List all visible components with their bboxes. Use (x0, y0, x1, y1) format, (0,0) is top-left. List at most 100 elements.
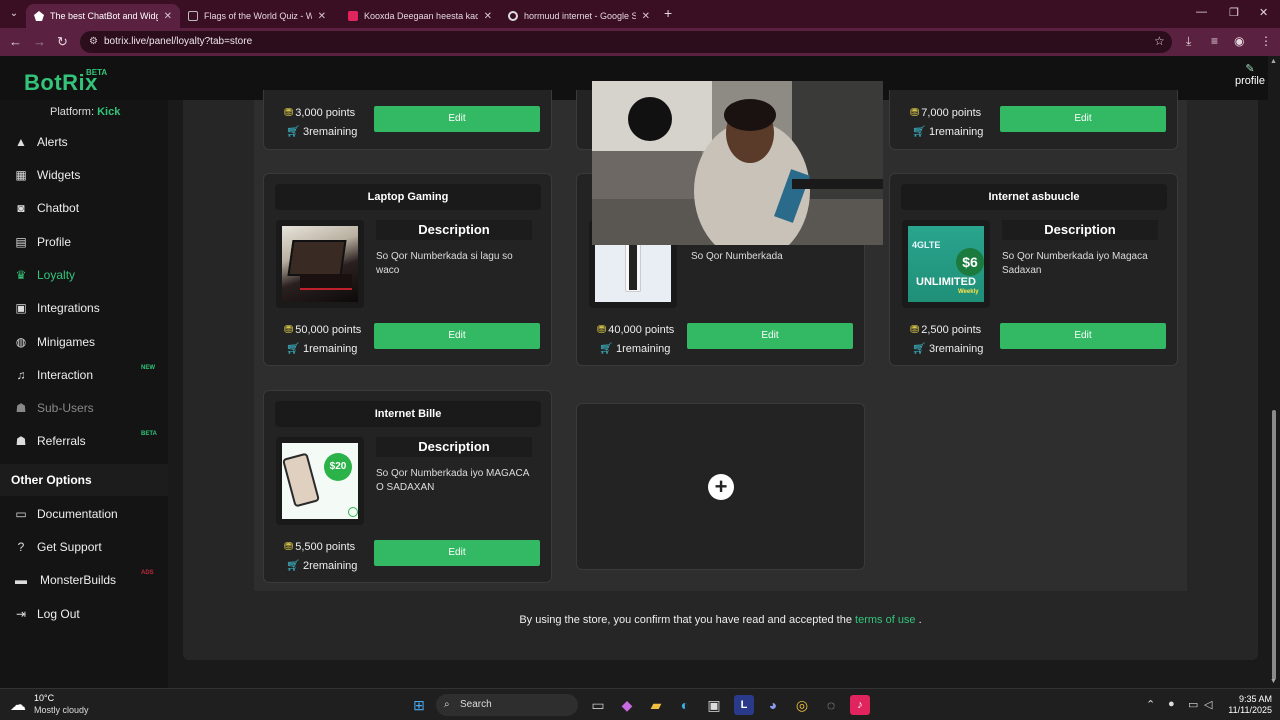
windows-start-icon[interactable]: ⊞ (409, 695, 429, 715)
coins-icon: ⛃ (910, 324, 920, 336)
globe-tab-icon (188, 11, 198, 21)
restore-icon[interactable]: ❐ (1229, 6, 1239, 19)
new-tab-button[interactable]: + (664, 5, 672, 21)
page-scrollbar[interactable]: ▲ ▼ (1268, 56, 1280, 688)
sidebar-item-widgets[interactable]: ▦ Widgets (0, 162, 168, 188)
beta-badge: BETA (86, 68, 108, 77)
browser-menu-icon[interactable]: ⋮ (1260, 34, 1272, 48)
volume-icon[interactable]: ◁ (1204, 698, 1212, 711)
id-card-icon: ▤ (15, 235, 27, 249)
tiktok-icon[interactable]: ♪ (850, 695, 870, 715)
reading-list-icon[interactable]: ≡ (1211, 34, 1218, 48)
scrollbar-thumb[interactable] (1272, 410, 1276, 680)
download-icon[interactable]: ⤓ (1186, 34, 1191, 49)
stock-remaining: 🛒︎ 3remaining (286, 125, 357, 138)
plus-circle-icon[interactable]: + (708, 474, 734, 500)
points-cost: ⛃ 3,000 points (284, 106, 355, 119)
item-image[interactable]: $20 (276, 437, 364, 525)
edit-button[interactable]: Edit (374, 323, 540, 349)
minimize-icon[interactable]: — (1196, 6, 1207, 18)
site-info-icon[interactable]: ⚙ (89, 31, 98, 53)
monthly-internet-image: $20 (282, 443, 358, 519)
sidebar-item-log-out[interactable]: ⇥ Log Out (0, 601, 168, 627)
sidebar-item-documentation[interactable]: ▭ Documentation (0, 501, 168, 527)
sidebar-item-loyalty[interactable]: ♛ Loyalty (0, 262, 168, 288)
tab-search-button[interactable]: ⌄ (6, 6, 22, 22)
store-icon[interactable]: ▣ (704, 695, 724, 715)
tab-google-search[interactable]: hormuud internet - Google Search ✕ (500, 4, 658, 28)
book-icon: ▭ (15, 507, 27, 521)
pen-icon: ✎ (1245, 63, 1255, 75)
tab-botrix[interactable]: The best ChatBot and Widgets ✕ (26, 4, 180, 28)
add-item-card[interactable]: + (576, 403, 865, 570)
terms-of-use-link[interactable]: terms of use (855, 614, 916, 626)
edit-button[interactable]: Edit (374, 106, 540, 132)
sidebar-item-profile[interactable]: ▤ Profile (0, 229, 168, 255)
user-plus-icon: ☗ (15, 434, 27, 448)
edit-button[interactable]: Edit (687, 323, 853, 349)
sidebar-item-interaction[interactable]: ♫ Interaction NEW (0, 362, 168, 388)
bookmark-star-icon[interactable]: ☆ (1154, 34, 1165, 48)
close-tab-icon[interactable]: ✕ (484, 11, 492, 22)
scroll-down-icon[interactable]: ▼ (1270, 678, 1277, 685)
cart-icon: 🛒︎ (286, 560, 300, 572)
tray-overflow-icon[interactable]: ⌃ (1146, 698, 1155, 711)
store-item-card: ⛃ 7,000 points 🛒︎ 1remaining Edit (889, 90, 1178, 150)
network-icon[interactable]: ▭ (1188, 698, 1198, 711)
sidebar-item-alerts[interactable]: ▲ Alerts (0, 129, 168, 155)
close-tab-icon[interactable]: ✕ (642, 11, 650, 22)
description-text: So Qor Numberkada iyo MAGACA O SADAXAN (376, 468, 529, 493)
address-bar[interactable]: ⚙ botrix.live/panel/loyalty?tab=store (80, 31, 1172, 53)
taskbar-clock[interactable]: 9:35 AM 11/11/2025 (1220, 694, 1272, 716)
sidebar-item-minigames[interactable]: ◍ Minigames (0, 329, 168, 355)
grid-icon: ▦ (15, 168, 27, 182)
sidebar-item-chatbot[interactable]: ◙ Chatbot (0, 195, 168, 221)
copilot-icon[interactable]: ◆ (617, 695, 637, 715)
discord-icon[interactable]: ◕ (763, 695, 783, 715)
remaining-text: 2remaining (302, 560, 358, 572)
obs-icon[interactable]: ◌ (821, 695, 841, 715)
item-image[interactable] (276, 220, 364, 308)
description-heading: Description (1002, 220, 1158, 240)
back-icon[interactable]: ← (9, 34, 22, 49)
task-view-icon[interactable]: ▭ (588, 695, 608, 715)
edge-icon[interactable]: ◐ (675, 695, 695, 715)
tab-flags-quiz[interactable]: Flags of the World Quiz - World ✕ (180, 4, 334, 28)
sidebar-item-integrations[interactable]: ▣ Integrations (0, 295, 168, 321)
reload-icon[interactable]: ↻ (57, 34, 68, 50)
link-icon: ▣ (15, 301, 27, 315)
sidebar-item-sub-users[interactable]: ☗ Sub-Users (0, 395, 168, 421)
sidebar-item-label: Loyalty (37, 268, 76, 282)
l-app-icon[interactable]: L (734, 695, 754, 715)
file-explorer-icon[interactable]: ▰ (646, 695, 666, 715)
taskbar-search[interactable]: ⌕ Search (436, 694, 578, 716)
google-tab-icon (508, 11, 518, 21)
edit-button[interactable]: Edit (1000, 323, 1166, 349)
close-tab-icon[interactable]: ✕ (318, 11, 326, 22)
footer-end: . (918, 614, 922, 626)
item-image[interactable]: 4GLTE $6 UNLIMITED Weekly (902, 220, 990, 308)
stock-remaining: 🛒︎ 1remaining (912, 125, 983, 138)
microphone-icon[interactable]: ● (1168, 698, 1175, 710)
forward-icon[interactable]: → (33, 34, 46, 49)
close-tab-icon[interactable]: ✕ (164, 11, 172, 22)
window-close-icon[interactable]: ✕ (1259, 6, 1268, 19)
cart-icon: 🛒︎ (912, 126, 926, 138)
sidebar-item-get-support[interactable]: ? Get Support (0, 534, 168, 560)
coins-icon: ⛃ (284, 541, 294, 553)
other-options-heading: Other Options (0, 464, 168, 496)
warning-icon: ▲ (15, 135, 27, 149)
points-text: 7,000 points (921, 107, 982, 119)
chrome-icon[interactable]: ◎ (792, 695, 812, 715)
sidebar-item-monsterbuilds[interactable]: ▬ MonsterBuilds ADS (0, 567, 168, 593)
scroll-up-icon[interactable]: ▲ (1270, 58, 1277, 65)
tab-youtube[interactable]: Kooxda Deegaan heesta kacdan ✕ (340, 4, 500, 28)
cart-icon: 🛒︎ (912, 343, 926, 355)
points-cost: ⛃ 7,000 points (910, 106, 981, 119)
profile-avatar-icon[interactable]: ◉ (1234, 34, 1244, 48)
tab-title: hormuud internet - Google Search (524, 11, 636, 21)
profile-button[interactable]: ✎ profile (1228, 62, 1272, 87)
edit-button[interactable]: Edit (374, 540, 540, 566)
edit-button[interactable]: Edit (1000, 106, 1166, 132)
sidebar-item-referrals[interactable]: ☗ Referrals BETA (0, 428, 168, 454)
